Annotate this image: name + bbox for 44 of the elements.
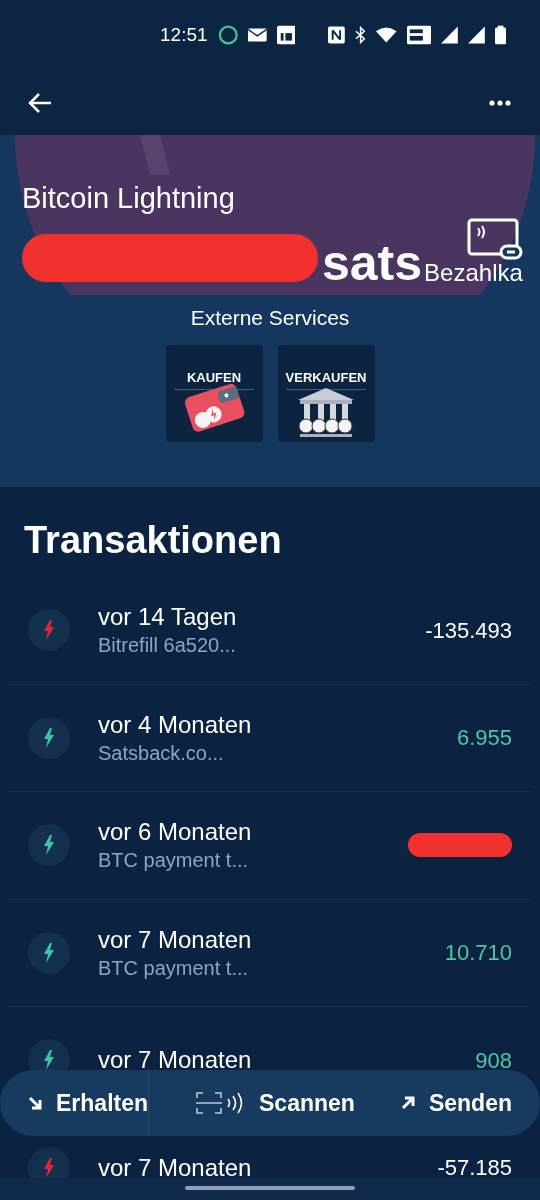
service-tile[interactable]: VERKAUFEN [277,345,375,442]
contactless-card-icon [466,218,523,260]
pay-button[interactable]: Bezahlka [424,218,523,286]
lightning-icon [43,942,55,963]
transaction-description: Satsback.co... [98,740,225,766]
lightning-icon [43,620,55,641]
transaction-amount: 908 [475,1046,512,1075]
transaction-time: vor 7 Monaten [98,1152,253,1183]
transaction-amount: 10.710 [444,939,512,968]
clock: 12:51 [160,22,208,47]
action-button[interactable]: Erhalten [28,1085,149,1121]
transaction-time: vor 7 Monaten [98,924,253,955]
transaction-amount: -57.185 [437,1154,512,1183]
lightning-icon [43,727,55,748]
arrow-up-right-icon [400,1096,415,1110]
transaction-amount: 6.955 [456,724,512,753]
transaction-description: BTC payment t... [98,955,250,981]
wifi-icon [376,27,397,43]
transactions-title: Transaktionen [24,518,283,563]
services-title: Externe Services [190,305,350,331]
transaction-description: BTC payment t... [98,848,250,874]
transaction-time: vor 7 Monaten [98,1045,253,1076]
signal-icon [468,26,485,44]
transaction-amount: -135.493 [425,616,512,645]
arrow-down-right-icon [28,1096,42,1110]
lightning-icon [43,1050,55,1071]
balance-unit: sats [322,234,423,292]
more-icon [489,99,511,106]
action-button[interactable]: Senden [400,1085,512,1121]
transaction-time: vor 6 Monaten [98,817,253,848]
battery-icon [494,25,506,45]
transaction-time: vor 14 Tagen [98,602,238,633]
lightning-icon [43,835,55,856]
back-arrow-icon [28,91,52,114]
signal-icon [441,26,458,44]
action-button[interactable]: Scannen [195,1085,355,1121]
nfc-icon [328,26,346,44]
transaction-description: Bitrefill 6a520... [98,633,237,659]
mail-icon [248,28,267,42]
bluetooth-icon [355,26,367,44]
lightning-icon [43,1157,55,1178]
transaction-time: vor 4 Monaten [98,709,253,740]
service-tile[interactable]: KAUFEN [165,345,263,442]
wallet-name: Bitcoin Lightning [22,181,236,216]
